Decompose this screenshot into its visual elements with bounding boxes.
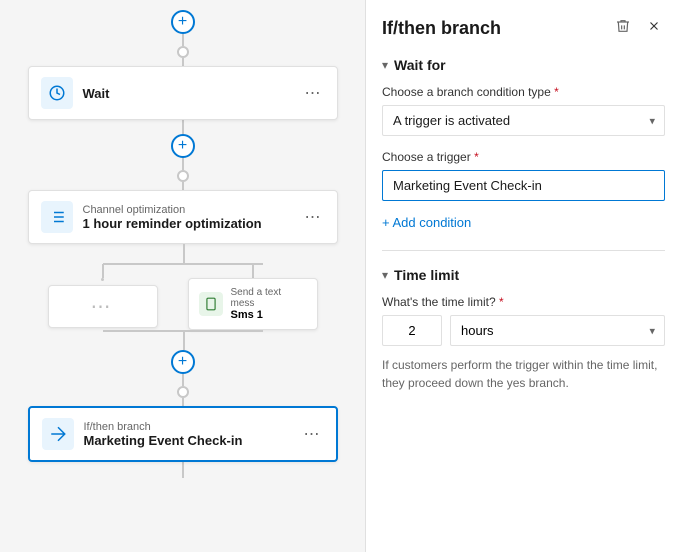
channel-opt-subtitle: Channel optimization bbox=[83, 204, 301, 216]
trigger-required: * bbox=[474, 150, 479, 164]
panel-actions bbox=[611, 16, 665, 41]
time-limit-row: minutes hours days ▾ bbox=[382, 315, 665, 346]
wait-for-chevron: ▾ bbox=[382, 58, 388, 72]
add-branch-icon[interactable]: ⋯ bbox=[91, 294, 111, 319]
add-condition-button[interactable]: + Add condition bbox=[382, 215, 471, 230]
ifthen-more[interactable]: ⋯ bbox=[300, 420, 324, 448]
wait-for-title: Wait for bbox=[394, 57, 446, 73]
connector bbox=[182, 182, 184, 190]
phone-icon bbox=[199, 292, 223, 316]
empty-branch-node[interactable]: ⋯ bbox=[48, 285, 158, 328]
workflow-canvas: + Wait ⋯ + bbox=[0, 0, 365, 552]
time-limit-section-header[interactable]: ▾ Time limit bbox=[382, 267, 665, 283]
circle-connector-3 bbox=[177, 386, 189, 398]
circle-connector-2 bbox=[177, 170, 189, 182]
time-unit-select[interactable]: minutes hours days bbox=[450, 315, 665, 346]
connector bbox=[182, 398, 184, 406]
send-text-label: Send a text mess bbox=[231, 287, 307, 309]
branch-condition-field: Choose a branch condition type * A trigg… bbox=[382, 85, 665, 136]
add-step-3[interactable]: + bbox=[171, 350, 195, 374]
time-limit-title: Time limit bbox=[394, 267, 459, 283]
connector bbox=[182, 158, 184, 170]
channel-opt-more[interactable]: ⋯ bbox=[301, 203, 325, 231]
time-limit-help: If customers perform the trigger within … bbox=[382, 356, 665, 392]
panel-header: If/then branch bbox=[382, 16, 665, 41]
wait-node[interactable]: Wait ⋯ bbox=[28, 66, 338, 120]
ifthen-title: Marketing Event Check-in bbox=[84, 433, 300, 448]
channel-opt-node[interactable]: Channel optimization 1 hour reminder opt… bbox=[28, 190, 338, 244]
channel-opt-icon bbox=[41, 201, 73, 233]
clock-icon bbox=[41, 77, 73, 109]
trigger-input[interactable] bbox=[382, 170, 665, 201]
connector bbox=[182, 34, 184, 46]
time-unit-wrapper: minutes hours days ▾ bbox=[450, 315, 665, 346]
send-text-title: Sms 1 bbox=[231, 309, 307, 321]
branch-condition-select[interactable]: A trigger is activated A condition is me… bbox=[382, 105, 665, 136]
trigger-field: Choose a trigger * bbox=[382, 150, 665, 215]
trigger-label: Choose a trigger * bbox=[382, 150, 665, 164]
send-text-node[interactable]: Send a text mess Sms 1 bbox=[188, 278, 318, 330]
time-required: * bbox=[499, 295, 504, 309]
time-limit-chevron: ▾ bbox=[382, 268, 388, 282]
wait-for-section-header[interactable]: ▾ Wait for bbox=[382, 57, 665, 73]
close-button[interactable] bbox=[643, 16, 665, 41]
branch-left: ⋯ bbox=[48, 264, 158, 330]
connector bbox=[182, 374, 184, 386]
add-step-top[interactable]: + bbox=[171, 10, 195, 34]
branch-right: Send a text mess Sms 1 bbox=[188, 264, 318, 330]
add-condition-label: + Add condition bbox=[382, 215, 471, 230]
time-value-input[interactable] bbox=[382, 315, 442, 346]
circle-connector bbox=[177, 46, 189, 58]
wait-node-title: Wait bbox=[83, 86, 301, 101]
connector bbox=[182, 120, 184, 134]
required-star: * bbox=[554, 85, 559, 99]
connector bbox=[182, 58, 184, 66]
ifthen-node[interactable]: If/then branch Marketing Event Check-in … bbox=[28, 406, 338, 462]
branch-children: ⋯ Send a text mess Sms 1 bbox=[28, 264, 338, 330]
panel-title: If/then branch bbox=[382, 18, 501, 39]
branch-connector bbox=[28, 244, 338, 264]
add-step-2[interactable]: + bbox=[171, 134, 195, 158]
branch-condition-wrapper: A trigger is activated A condition is me… bbox=[382, 105, 665, 136]
ifthen-subtitle: If/then branch bbox=[84, 421, 300, 433]
connector bbox=[182, 462, 184, 478]
time-limit-label: What's the time limit? * bbox=[382, 295, 665, 309]
branch-condition-label: Choose a branch condition type * bbox=[382, 85, 665, 99]
section-divider bbox=[382, 250, 665, 251]
ifthen-icon bbox=[42, 418, 74, 450]
merge-connector bbox=[28, 330, 338, 350]
properties-panel: If/then branch ▾ Wait for bbox=[365, 0, 681, 552]
delete-button[interactable] bbox=[611, 16, 635, 41]
wait-node-more[interactable]: ⋯ bbox=[301, 79, 325, 107]
channel-opt-title: 1 hour reminder optimization bbox=[83, 216, 301, 231]
time-limit-field: What's the time limit? * minutes hours d… bbox=[382, 295, 665, 392]
